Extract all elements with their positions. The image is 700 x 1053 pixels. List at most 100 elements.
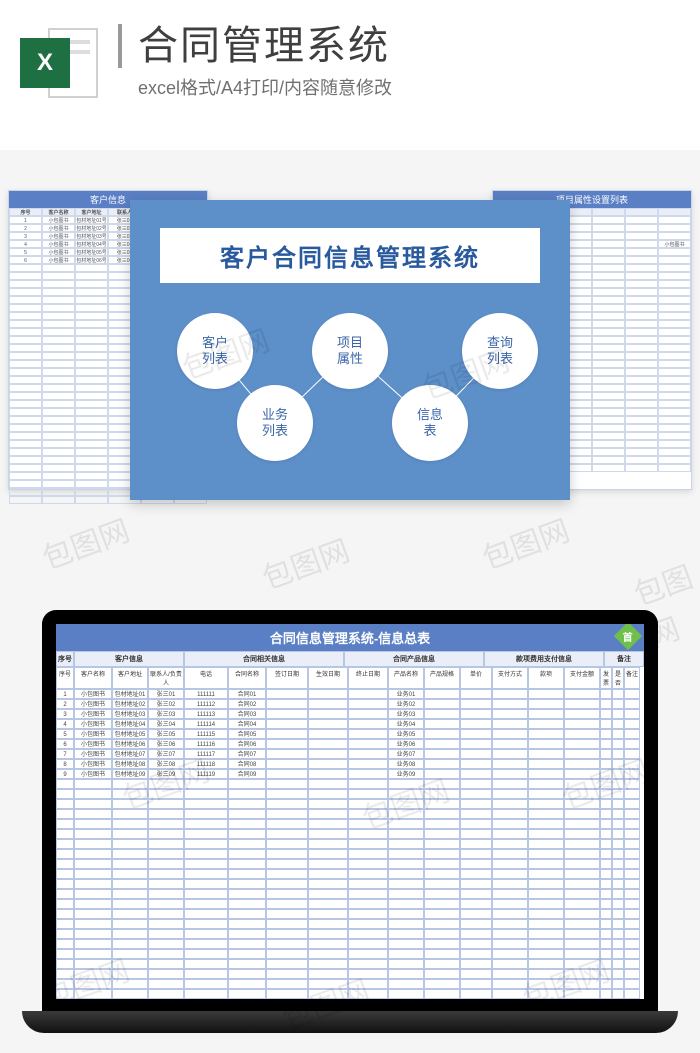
sub-header: 合同名称 [228,667,266,689]
cell: 业务01 [388,689,424,699]
cell [460,719,492,729]
cell [564,739,600,749]
home-button[interactable]: 首 [614,624,642,650]
cell: 张三08 [148,759,184,769]
page-header: X 合同管理系统 excel格式/A4打印/内容随意修改 [0,0,700,150]
bubble-info-table[interactable]: 信息 表 [392,385,468,461]
cell: 张三02 [148,699,184,709]
cell [592,224,625,232]
excel-badge: X [20,38,70,88]
cell [625,232,658,240]
cell [612,739,624,749]
sub-header: 生效日期 [308,667,348,689]
cell [625,224,658,232]
cell: 包材地址06号 [75,256,108,264]
table-row: 5小包图书包材地址05号张三05111115合同05业务05 [56,729,644,739]
cell [658,224,691,232]
bubble-diagram: 客户 列表 业务 列表 项目 属性 信息 表 查询 列表 [130,303,570,473]
cell [308,709,348,719]
bubble-customer-list[interactable]: 客户 列表 [177,313,253,389]
cell: 合同01 [228,689,266,699]
cell: 小包图书 [74,719,112,729]
group-header: 序号 [56,651,74,667]
watermark: 包图网 [255,526,355,598]
cell [624,729,640,739]
cell [564,699,600,709]
cell: 业务02 [388,699,424,709]
cell [348,719,388,729]
cell [266,759,308,769]
cell [528,769,564,779]
cell [600,709,612,719]
cell: 3 [56,709,74,719]
column-header [625,208,658,216]
sub-header: 支付方式 [492,667,528,689]
cell [492,759,528,769]
sub-header: 电话 [184,667,228,689]
cell [624,749,640,759]
cell: 111117 [184,749,228,759]
cell [308,759,348,769]
cell [308,689,348,699]
cell [424,739,460,749]
cell [600,689,612,699]
cell [625,240,658,248]
cell: 业务07 [388,749,424,759]
card-title: 客户合同信息管理系统 [160,228,540,283]
cell [592,232,625,240]
cell [624,689,640,699]
bubble-query-list[interactable]: 查询 列表 [462,313,538,389]
sub-header: 款项 [528,667,564,689]
bubble-project-attr[interactable]: 项目 属性 [312,313,388,389]
cell [308,739,348,749]
preview-stage: 客户信息 序号客户名称客户地址联系人电话1小包图书包材地址01号张三011111… [0,190,700,520]
cell: 7 [56,749,74,759]
cell: 包材地址05号 [112,729,148,739]
cell [600,759,612,769]
cell: 1 [56,689,74,699]
cell: 包材地址03号 [75,232,108,240]
cell: 张三06 [148,739,184,749]
laptop-screen: 合同信息管理系统-信息总表 首 序号客户信息合同相关信息合同产品信息款项费用支付… [42,610,658,1013]
cell: 业务08 [388,759,424,769]
cell [612,689,624,699]
cell [612,749,624,759]
center-card: 客户合同信息管理系统 客户 列表 业务 列表 项目 属性 信息 表 查询 列表 [130,200,570,500]
cell: 包材地址04号 [112,719,148,729]
excel-icon: X [20,24,100,104]
cell [492,769,528,779]
column-header: 序号 [9,208,42,216]
group-header: 合同产品信息 [344,651,484,667]
cell: 包材地址03号 [112,709,148,719]
cell: 小包图书 [42,240,75,248]
sub-header: 客户地址 [112,667,148,689]
cell: 包材地址02号 [112,699,148,709]
cell: 包材地址04号 [75,240,108,248]
cell: 包材地址07号 [112,749,148,759]
cell [424,769,460,779]
cell [624,699,640,709]
bubble-business-list[interactable]: 业务 列表 [237,385,313,461]
cell: 6 [56,739,74,749]
cell: 111111 [184,689,228,699]
sub-header: 客户名称 [74,667,112,689]
cell [266,749,308,759]
sub-header: 产品名称 [388,667,424,689]
cell [424,699,460,709]
cell: 张三09 [148,769,184,779]
cell [492,699,528,709]
cell: 业务03 [388,709,424,719]
page-subtitle: excel格式/A4打印/内容随意修改 [118,74,392,100]
cell [266,689,308,699]
cell [564,759,600,769]
cell: 业务06 [388,739,424,749]
cell: 1 [9,216,42,224]
cell: 4 [9,240,42,248]
cell: 2 [9,224,42,232]
cell [625,216,658,224]
cell [658,216,691,224]
cell [612,729,624,739]
cell [424,759,460,769]
cell [528,709,564,719]
cell: 包材地址08号 [112,759,148,769]
